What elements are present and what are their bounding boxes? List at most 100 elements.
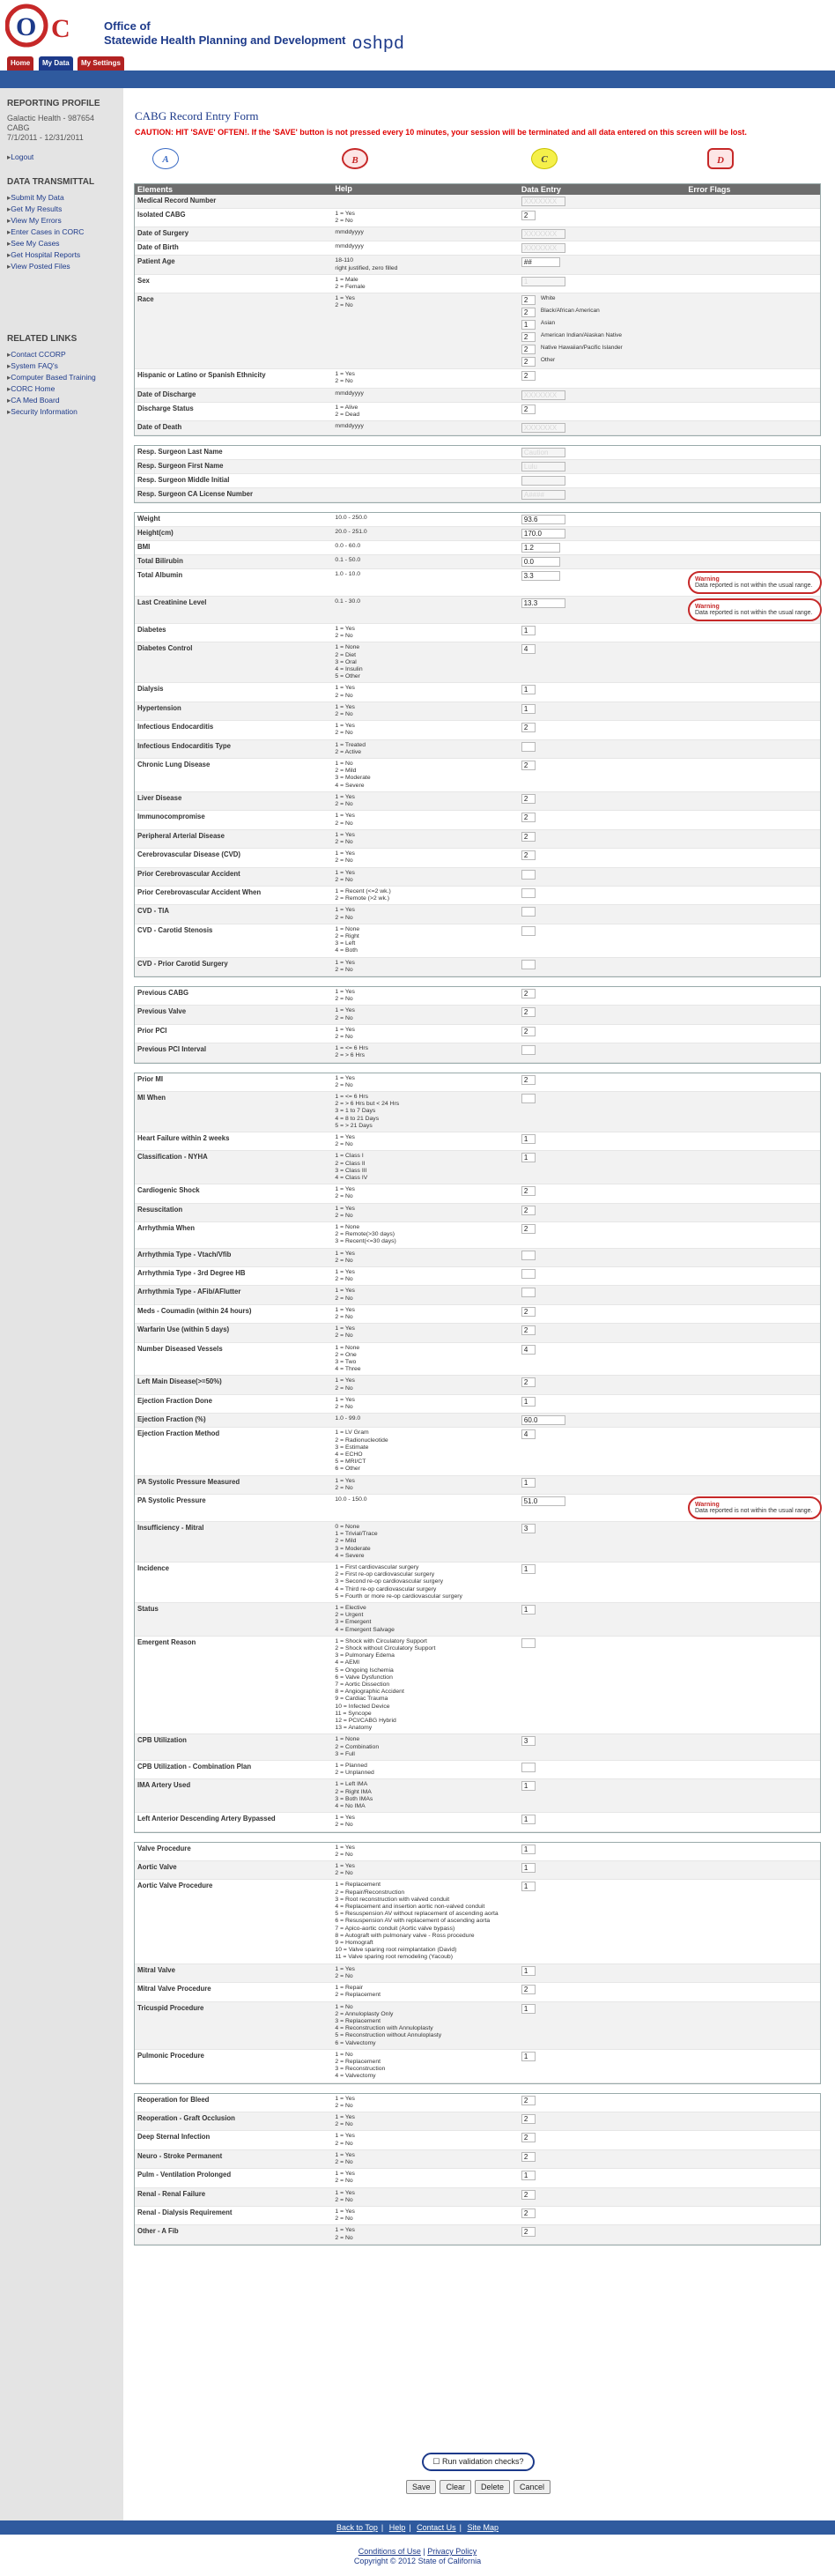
data-entry-field[interactable]: ## <box>521 257 560 268</box>
data-entry-field[interactable]: 2 <box>521 211 536 220</box>
data-entry-field[interactable]: 1 <box>521 1604 536 1615</box>
data-entry-field[interactable]: 0.0 <box>521 557 560 568</box>
data-entry-field[interactable] <box>521 1763 536 1773</box>
data-entry-field[interactable] <box>521 476 565 486</box>
footer-link-sitemap[interactable]: Site Map <box>467 2523 499 2532</box>
run-validation[interactable]: ☐ Run validation checks? <box>422 2453 535 2471</box>
footer-link-contact[interactable]: Contact Us <box>417 2523 456 2532</box>
data-entry-field[interactable]: 2 <box>521 295 536 306</box>
sidebar-link-related[interactable]: Security Information <box>7 406 123 418</box>
data-entry-field[interactable]: 1 <box>521 2003 536 2014</box>
data-entry-field[interactable]: 2 <box>521 2133 536 2143</box>
data-entry-field[interactable]: 2 <box>521 988 536 998</box>
data-entry-field[interactable]: Caution <box>521 448 565 458</box>
data-entry-field[interactable] <box>521 1288 536 1298</box>
data-entry-field[interactable] <box>521 1637 536 1648</box>
data-entry-field[interactable] <box>521 925 536 936</box>
data-entry-field[interactable]: 2 <box>521 761 536 771</box>
data-entry-field[interactable]: 1.2 <box>521 543 560 553</box>
button-delete[interactable]: Delete <box>475 2480 511 2494</box>
button-save[interactable]: Save <box>405 2480 437 2494</box>
data-entry-field[interactable] <box>521 887 536 898</box>
data-entry-field[interactable] <box>521 959 536 969</box>
sidebar-link-related[interactable]: CORC Home <box>7 383 123 395</box>
data-entry-field[interactable]: XXXXXXX <box>521 229 565 240</box>
footer-link-top[interactable]: Back to Top <box>336 2523 378 2532</box>
sidebar-link-transmittal[interactable]: Get My Results <box>7 204 123 215</box>
data-entry-field[interactable]: 3.3 <box>521 571 560 582</box>
data-entry-field[interactable] <box>521 1250 536 1260</box>
data-entry-field[interactable]: 1 <box>521 1965 536 1976</box>
data-entry-field[interactable]: 1 <box>521 1477 536 1488</box>
run-validation-checkbox[interactable]: ☐ <box>432 2457 442 2466</box>
footer-link-help[interactable]: Help <box>389 2523 406 2532</box>
data-entry-field[interactable]: 4 <box>521 1429 536 1440</box>
data-entry-field[interactable]: 2 <box>521 723 536 733</box>
data-entry-field[interactable]: 1 <box>521 685 536 695</box>
data-entry-field[interactable] <box>521 1093 536 1103</box>
data-entry-field[interactable]: A#### <box>521 490 565 501</box>
sidebar-link-related[interactable]: CA Med Board <box>7 395 123 406</box>
data-entry-field[interactable]: 2 <box>521 1074 536 1085</box>
data-entry-field[interactable]: 51.0 <box>521 1496 565 1506</box>
data-entry-field[interactable]: 2 <box>521 357 536 367</box>
data-entry-field[interactable]: 2 <box>521 793 536 804</box>
data-entry-field[interactable]: 2 <box>521 2113 536 2124</box>
data-entry-field[interactable]: 1 <box>521 1153 536 1163</box>
data-entry-field[interactable]: 2 <box>521 831 536 842</box>
data-entry-field[interactable]: 3 <box>521 1523 536 1533</box>
data-entry-field[interactable]: 2 <box>521 1007 536 1018</box>
data-entry-field[interactable]: 2 <box>521 1985 536 1995</box>
data-entry-field[interactable]: 2 <box>521 2189 536 2200</box>
logout-link[interactable]: Logout <box>7 152 123 163</box>
data-entry-field[interactable]: 1 <box>521 1134 536 1144</box>
data-entry-field[interactable]: 3 <box>521 1736 536 1747</box>
data-entry-field[interactable] <box>521 1045 536 1056</box>
sidebar-link-related[interactable]: System FAQ's <box>7 360 123 372</box>
data-entry-field[interactable]: 2 <box>521 1377 536 1388</box>
data-entry-field[interactable] <box>521 741 536 752</box>
data-entry-field[interactable]: 1 <box>521 320 536 330</box>
data-entry-field[interactable]: 2 <box>521 1306 536 1317</box>
data-entry-field[interactable]: 1 <box>521 703 536 714</box>
data-entry-field[interactable]: 93.6 <box>521 515 565 525</box>
data-entry-field[interactable]: 2 <box>521 2227 536 2238</box>
sidebar-link-transmittal[interactable]: Submit My Data <box>7 192 123 204</box>
data-entry-field[interactable]: 2 <box>521 2208 536 2218</box>
data-entry-field[interactable]: 4 <box>521 1344 536 1355</box>
data-entry-field[interactable]: 60.0 <box>521 1415 565 1426</box>
data-entry-field[interactable]: 2 <box>521 1325 536 1336</box>
data-entry-field[interactable]: 4 <box>521 644 536 655</box>
conditions-link[interactable]: Conditions of Use <box>358 2547 421 2556</box>
data-entry-field[interactable]: 2 <box>521 2151 536 2162</box>
data-entry-field[interactable]: 1 <box>521 1863 536 1874</box>
data-entry-field[interactable]: XXXXXXX <box>521 197 565 206</box>
sidebar-link-transmittal[interactable]: View My Errors <box>7 215 123 226</box>
data-entry-field[interactable]: 2 <box>521 404 536 414</box>
data-entry-field[interactable]: XXXXXXX <box>521 243 565 254</box>
data-entry-field[interactable]: 1 <box>521 1781 536 1792</box>
sidebar-link-related[interactable]: Contact CCORP <box>7 349 123 360</box>
sidebar-link-transmittal[interactable]: Get Hospital Reports <box>7 249 123 261</box>
sidebar-link-related[interactable]: Computer Based Training <box>7 372 123 383</box>
data-entry-field[interactable]: 1 <box>521 2171 536 2181</box>
data-entry-field[interactable]: 13.3 <box>521 598 565 609</box>
data-entry-field[interactable]: 1 <box>521 276 565 286</box>
button-clear[interactable]: Clear <box>440 2480 471 2494</box>
data-entry-field[interactable] <box>521 907 536 917</box>
data-entry-field[interactable]: 1 <box>521 1844 536 1854</box>
tab-my-data[interactable]: My Data <box>39 56 73 71</box>
data-entry-field[interactable]: 170.0 <box>521 529 565 539</box>
sidebar-link-transmittal[interactable]: View Posted Files <box>7 261 123 272</box>
tab-my-settings[interactable]: My Settings <box>78 56 124 71</box>
data-entry-field[interactable]: 2 <box>521 1224 536 1235</box>
privacy-link[interactable]: Privacy Policy <box>427 2547 477 2556</box>
data-entry-field[interactable]: XXXXXXX <box>521 390 565 400</box>
data-entry-field[interactable]: 1 <box>521 1563 536 1574</box>
data-entry-field[interactable]: 2 <box>521 308 536 318</box>
data-entry-field[interactable]: 1 <box>521 626 536 636</box>
data-entry-field[interactable]: 1 <box>521 1882 536 1892</box>
data-entry-field[interactable]: XXXXXXX <box>521 423 565 434</box>
data-entry-field[interactable]: 2 <box>521 345 536 355</box>
data-entry-field[interactable] <box>521 1269 536 1280</box>
